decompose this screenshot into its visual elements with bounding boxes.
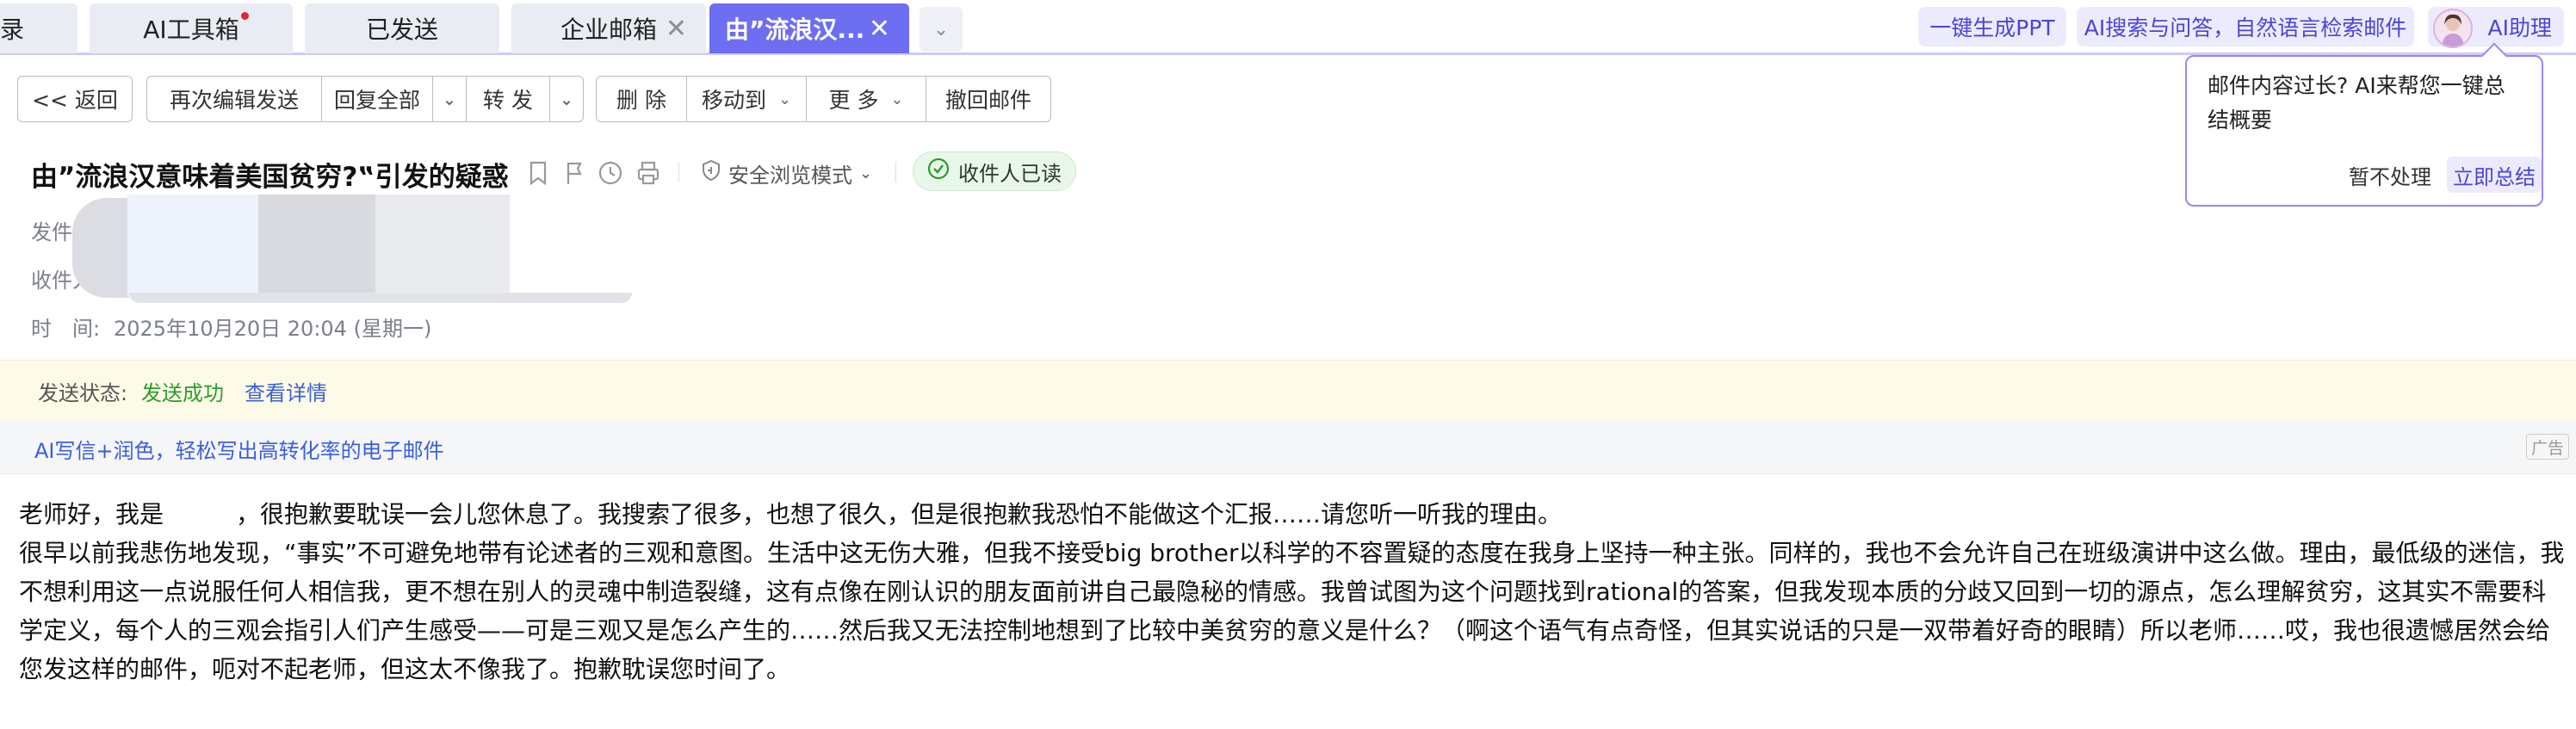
tab-label: AI工具箱 [143, 15, 239, 44]
generate-ppt-label: 一键生成PPT [1929, 15, 2055, 40]
forward-button[interactable]: 转 发 [466, 76, 550, 122]
tab-label: 企业邮箱 [560, 15, 657, 44]
more-button[interactable]: 更 多 ⌄ [806, 76, 926, 122]
tab-label: 已发送 [365, 15, 438, 44]
tab-partial[interactable]: 录 [0, 3, 77, 53]
ad-tag: 广告 [2526, 434, 2569, 460]
redacted-block [129, 293, 632, 303]
back-button[interactable]: << 返回 [17, 76, 133, 122]
recall-mail-button[interactable]: 撤回邮件 [926, 76, 1051, 122]
close-icon[interactable]: ✕ [869, 14, 890, 44]
reply-all-dropdown[interactable]: ⌄ [432, 76, 467, 122]
body-paragraph: 老师好，我是 ，很抱歉要耽误一会儿您休息了。我搜索了很多，也想了很久，但是很抱歉… [19, 500, 1563, 528]
read-badge-label: 收件人已读 [958, 161, 1062, 186]
ad-link[interactable]: AI写信+润色，轻松写出高转化率的电子邮件 [34, 434, 444, 464]
chevron-down-icon: ⌄ [859, 164, 873, 182]
chevron-down-icon: ⌄ [890, 90, 904, 108]
shield-icon [701, 159, 721, 187]
time-value: 2025年10月20日 20:04 (星期一) [114, 317, 432, 341]
notification-dot [241, 12, 249, 20]
divider [895, 162, 896, 182]
chevron-down-icon: ⌄ [932, 18, 950, 40]
assistant-avatar [2433, 9, 2473, 48]
check-circle-icon [927, 158, 950, 185]
chevron-down-icon: ⌄ [777, 90, 792, 108]
reedit-send-button[interactable]: 再次编辑发送 [146, 76, 322, 122]
forward-dropdown[interactable]: ⌄ [549, 76, 584, 122]
dismiss-button[interactable]: 暂不处理 [2340, 157, 2440, 193]
back-label: << 返回 [32, 88, 118, 113]
chevron-down-icon: ⌄ [559, 89, 574, 109]
time-label: 时 间: [31, 317, 101, 341]
reedit-label: 再次编辑发送 [169, 88, 299, 113]
bookmark-icon[interactable] [527, 160, 549, 192]
body-paragraph: 很早以前我悲伤地发现，“事实”不可避免地带有论述者的三观和意图。生活中这无伤大雅… [19, 539, 2565, 683]
mail-subject: 由”流浪汉意味着美国贫穷?‟引发的疑惑 [31, 162, 509, 193]
divider [678, 162, 679, 182]
status-label: 发送状态: [38, 381, 128, 405]
move-to-button[interactable]: 移动到 ⌄ [686, 76, 807, 122]
tab-enterprise-mail[interactable]: 企业邮箱 ✕ [511, 3, 706, 53]
from-label: 发件 [31, 220, 72, 244]
read-status-badge: 收件人已读 [913, 151, 1076, 191]
generate-ppt-button[interactable]: 一键生成PPT [1918, 7, 2066, 46]
move-to-label: 移动到 [701, 88, 766, 113]
status-value: 发送成功 [141, 381, 224, 405]
tab-overflow-button[interactable]: ⌄ [920, 7, 963, 52]
mail-body: 老师好，我是 ，很抱歉要耽误一会儿您休息了。我搜索了很多，也想了很久，但是很抱歉… [19, 495, 2567, 689]
print-icon[interactable] [635, 160, 661, 192]
ai-assistant-button[interactable]: AI助理 [2428, 7, 2564, 48]
tab-label: 录 [0, 15, 25, 44]
delete-label: 删 除 [616, 88, 666, 113]
view-details-link[interactable]: 查看详情 [245, 376, 327, 406]
reply-all-label: 回复全部 [333, 88, 420, 113]
summarize-button[interactable]: 立即总结 [2447, 157, 2542, 193]
more-label: 更 多 [828, 88, 879, 113]
chevron-down-icon: ⌄ [442, 89, 457, 109]
redacted-block [258, 195, 377, 296]
tab-ai-toolbox[interactable]: AI工具箱 [90, 3, 293, 53]
ai-assistant-label: AI助理 [2487, 15, 2552, 40]
ai-summary-popover: 邮件内容过长? AI来帮您一键总结概要 暂不处理 立即总结 [2185, 42, 2543, 207]
clock-icon[interactable] [598, 160, 623, 192]
ai-search-button[interactable]: AI搜索与问答，自然语言检索邮件 [2077, 7, 2414, 46]
ad-bar: AI写信+润色，轻松写出高转化率的电子邮件 广告 [0, 420, 2576, 474]
popover-text: 邮件内容过长? AI来帮您一键总结概要 [2208, 73, 2505, 133]
safe-browsing-dropdown[interactable]: 安全浏览模式 ⌄ [701, 158, 872, 188]
redacted-block [375, 195, 510, 296]
reply-all-button[interactable]: 回复全部 [321, 76, 433, 122]
tab-sent[interactable]: 已发送 [305, 3, 499, 53]
tab-current-mail[interactable]: 由”流浪汉... ✕ [709, 3, 909, 53]
forward-label: 转 发 [483, 88, 533, 113]
send-status-bar: 发送状态: 发送成功 查看详情 [0, 360, 2576, 422]
redacted-block [72, 198, 129, 298]
delete-button[interactable]: 删 除 [596, 76, 687, 122]
flag-icon[interactable] [563, 160, 585, 192]
redacted-block [127, 195, 260, 296]
safe-mode-label: 安全浏览模式 [728, 163, 852, 188]
ai-search-label: AI搜索与问答，自然语言检索邮件 [2084, 15, 2407, 40]
close-icon[interactable]: ✕ [666, 14, 687, 44]
recall-label: 撤回邮件 [944, 88, 1031, 113]
tab-label: 由”流浪汉... [725, 15, 865, 44]
tab-bar: 录 AI工具箱 已发送 企业邮箱 ✕ 由”流浪汉... ✕ ⌄ 一键生成PPT … [0, 0, 2576, 55]
